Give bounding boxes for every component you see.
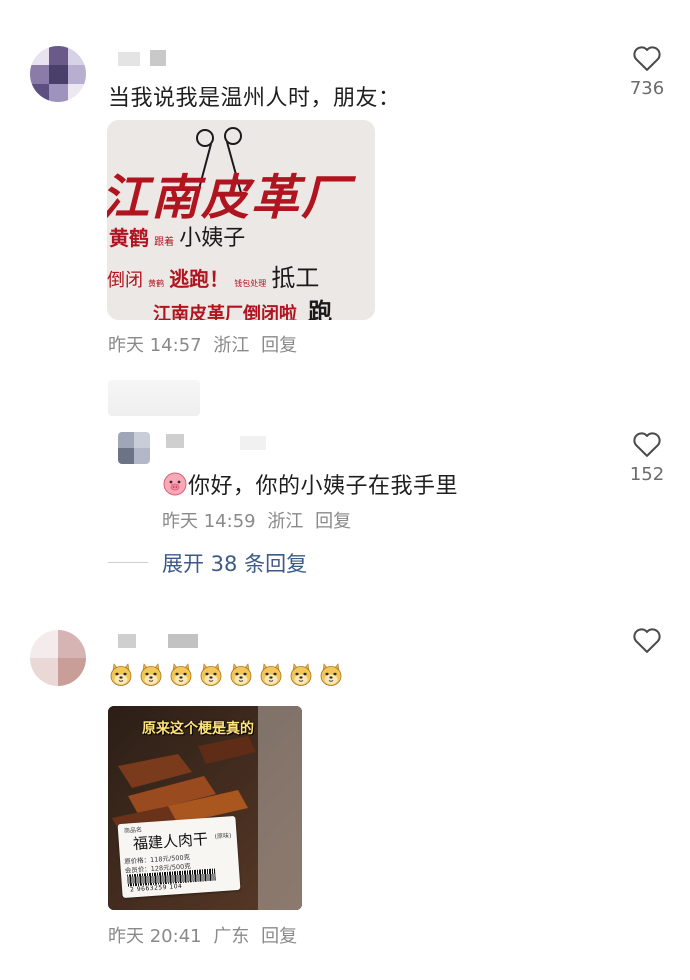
poster-headline: 江南皮革厂 xyxy=(107,170,352,226)
reply-button[interactable]: 回复 xyxy=(261,926,297,947)
poster-text: 黄鹤 xyxy=(148,279,165,288)
heart-outline-icon[interactable] xyxy=(632,44,662,72)
comment-meta: 昨天 14:57 浙江 回复 xyxy=(108,331,303,357)
divider xyxy=(108,562,148,563)
like-button[interactable]: 152 xyxy=(617,430,677,485)
comment-meta: 昨天 14:59 浙江 回复 xyxy=(162,507,357,533)
doge-emoji xyxy=(228,662,254,688)
username-blurred[interactable] xyxy=(118,634,136,648)
comment-image[interactable]: 江南皮革厂 黄鹤 跟着 小姨子 倒闭 黄鹤 逃跑！ 钱包处理 抵工 江南皮革厂倒… xyxy=(107,120,375,320)
emoji-row xyxy=(108,662,348,688)
avatar[interactable] xyxy=(30,630,86,686)
comment-location: 浙江 xyxy=(213,335,250,356)
comment-time: 昨天 20:41 xyxy=(108,926,202,947)
price-label: 商品名 福建人肉干 (原味) 原价格：118元/500克 会员价：128元/50… xyxy=(117,815,241,899)
username-blurred[interactable] xyxy=(150,50,166,66)
product-variant: (原味) xyxy=(214,832,232,841)
username-blurred[interactable] xyxy=(240,436,266,450)
comment-location: 广东 xyxy=(213,926,250,947)
doge-emoji xyxy=(318,662,344,688)
poster-text: 跟着 xyxy=(154,237,175,248)
doge-emoji xyxy=(138,662,164,688)
avatar[interactable] xyxy=(118,432,150,464)
username-blurred[interactable] xyxy=(166,434,184,448)
comment-meta: 昨天 20:41 广东 回复 xyxy=(108,922,303,948)
poster-text: 钱包处理 xyxy=(234,279,267,288)
blurred-region xyxy=(108,380,200,416)
username-blurred[interactable] xyxy=(168,634,198,648)
poster-text: 小姨子 xyxy=(179,226,246,251)
reply-button[interactable]: 回复 xyxy=(261,335,297,356)
comment-text: 当我说我是温州人时，朋友： xyxy=(108,86,401,111)
image-caption: 原来这个梗是真的 xyxy=(142,721,254,737)
poster-text: 跑 xyxy=(308,297,333,320)
poster-text: 黄鹤 xyxy=(109,226,149,250)
comment-text: 你好，你的小姨子在我手里 xyxy=(162,468,458,500)
poster-text: 抵工 xyxy=(271,264,320,292)
reply-button[interactable]: 回复 xyxy=(315,511,351,532)
avatar[interactable] xyxy=(30,46,86,102)
comment-time: 昨天 14:59 xyxy=(162,511,256,532)
smiling-pig-emoji xyxy=(162,471,188,497)
product-name: 福建人肉干 xyxy=(132,829,209,854)
doge-emoji xyxy=(198,662,224,688)
comment-location: 浙江 xyxy=(267,511,304,532)
like-count: 736 xyxy=(629,78,665,99)
poster-text: 倒闭 xyxy=(107,270,143,291)
comment-time: 昨天 14:57 xyxy=(108,335,202,356)
expand-replies-link[interactable]: 展开 38 条回复 xyxy=(162,548,307,578)
heart-outline-icon[interactable] xyxy=(632,430,662,458)
doge-emoji xyxy=(108,662,134,688)
comment-text-body: 你好，你的小姨子在我手里 xyxy=(188,474,459,499)
like-count: 152 xyxy=(629,464,665,485)
doge-emoji xyxy=(258,662,284,688)
doge-emoji xyxy=(288,662,314,688)
doge-emoji xyxy=(168,662,194,688)
username-blurred[interactable] xyxy=(118,52,140,66)
like-button[interactable] xyxy=(617,626,677,658)
like-button[interactable]: 736 xyxy=(617,44,677,99)
comment-image[interactable]: 原来这个梗是真的 商品名 福建人肉干 (原味) 原价格：118元/500克 会员… xyxy=(108,706,302,910)
poster-text: 江南皮革厂倒闭啦 xyxy=(153,304,297,320)
heart-outline-icon[interactable] xyxy=(632,626,662,654)
poster-text: 逃跑！ xyxy=(169,267,230,291)
